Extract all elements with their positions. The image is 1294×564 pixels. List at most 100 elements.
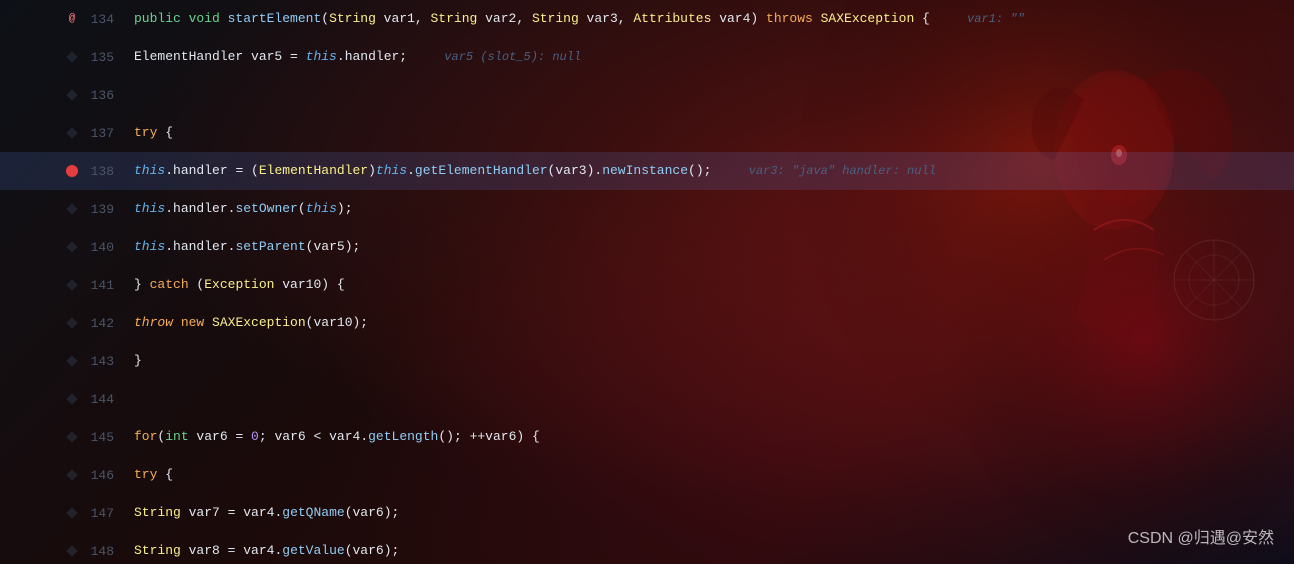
token-punct: = [228,429,251,444]
token-punct: = [220,543,243,558]
token-kw-throw: throw [134,315,173,330]
token-method-name: getElementHandler [415,163,548,178]
token-punct: ( [345,543,353,558]
token-var-name: var7 [181,505,220,520]
line-number: 145 [84,430,114,445]
code-line: 137 try { [0,114,1294,152]
token-class-name: Exception [204,277,274,292]
token-class-name: Attributes [633,11,711,26]
token-punct: ). [587,163,603,178]
gutter-icon: @ [64,11,80,27]
token-punct: ( [321,11,329,26]
breakpoint-icon[interactable] [66,165,78,177]
token-var-name: var1 [376,11,415,26]
token-var-name: handler [173,163,228,178]
token-punct: = [220,505,243,520]
token-kw-throws: throws [766,11,821,26]
line-gutter: 146 [0,467,130,483]
code-line: 142 throw new SAXException(var10); [0,304,1294,342]
line-number: 148 [84,544,114,559]
token-var-name: var6 [353,543,384,558]
code-line: 143 } [0,342,1294,380]
line-number: 143 [84,354,114,369]
token-method-name: getValue [282,543,344,558]
token-punct: ); [353,315,369,330]
token-punct: { [157,467,173,482]
token-punct: (); [438,429,469,444]
token-punct: ) { [321,277,344,292]
token-punct: . [360,429,368,444]
gutter-icon [64,239,80,255]
token-var-name: handler [173,239,228,254]
gutter-icon [64,391,80,407]
token-punct: , [516,11,532,26]
token-var-name: var6 [189,429,228,444]
token-punct [204,315,212,330]
line-gutter: 147 [0,505,130,521]
token-class-name: String [532,11,579,26]
token-kw-this: this [134,201,165,216]
gutter-icon [64,315,80,331]
token-kw-try: try [134,467,157,482]
line-content: try { [130,114,1294,152]
token-var-name: var5 [251,49,282,64]
token-punct: . [165,239,173,254]
token-method-name: newInstance [602,163,688,178]
gutter-icon [64,467,80,483]
token-num-lit: 0 [251,429,259,444]
line-content: } [130,342,1294,380]
token-punct: ) [750,11,766,26]
code-line: 148 String var8 = var4.getValue(var6); [0,532,1294,564]
gutter-icon [64,49,80,65]
token-punct: . [165,201,173,216]
token-punct: ( [345,505,353,520]
token-punct: { [914,11,930,26]
token-var-name: handler [345,49,400,64]
line-number: 144 [84,392,114,407]
gutter-icon [64,429,80,445]
token-kw-for: for [134,429,157,444]
line-gutter: 142 [0,315,130,331]
line-content: public void startElement(String var1, St… [130,0,1294,38]
code-line: 145 for(int var6 = 0; var6 < var4.getLen… [0,418,1294,456]
code-line: 139 this.handler.setOwner(this); [0,190,1294,228]
token-punct: } [134,277,150,292]
token-punct: . [165,163,173,178]
gutter-icon [64,543,80,559]
token-var-name: var4 [243,505,274,520]
line-gutter: 144 [0,391,130,407]
token-kw-this: this [134,239,165,254]
line-number: 141 [84,278,114,293]
watermark: CSDN @归遇@安然 [1128,524,1274,548]
token-method-name: getQName [282,505,344,520]
line-content: for(int var6 = 0; var6 < var4.getLength(… [130,418,1294,456]
token-punct: ) [368,163,376,178]
token-var-name: var4 [329,429,360,444]
gutter-icon [64,505,80,521]
token-kw-int: int [165,429,188,444]
line-number: 134 [84,12,114,27]
token-punct: ( [189,277,205,292]
token-method-name: getLength [368,429,438,444]
gutter-icon [64,163,80,179]
token-kw-this: this [306,201,337,216]
token-punct: { [157,125,173,140]
token-hint-var: var5 (slot_5): null [437,50,581,64]
line-number: 139 [84,202,114,217]
token-class-name: ElementHandler [259,163,368,178]
token-var-name: var4 [243,543,274,558]
line-gutter: 137 [0,125,130,141]
code-line: @134public void startElement(String var1… [0,0,1294,38]
gutter-icon [64,125,80,141]
token-hint-var: var1: "" [960,12,1025,26]
line-content: } catch (Exception var10) { [130,266,1294,304]
line-number: 135 [84,50,114,65]
code-line: 147 String var7 = var4.getQName(var6); [0,494,1294,532]
token-kw-public: public [134,11,189,26]
token-kw-try: try [134,125,157,140]
token-method-name: setParent [235,239,305,254]
editor-container: @134public void startElement(String var1… [0,0,1294,564]
code-line: 135 ElementHandler var5 = this.handler; … [0,38,1294,76]
token-punct: . [407,163,415,178]
line-content: this.handler.setOwner(this); [130,190,1294,228]
